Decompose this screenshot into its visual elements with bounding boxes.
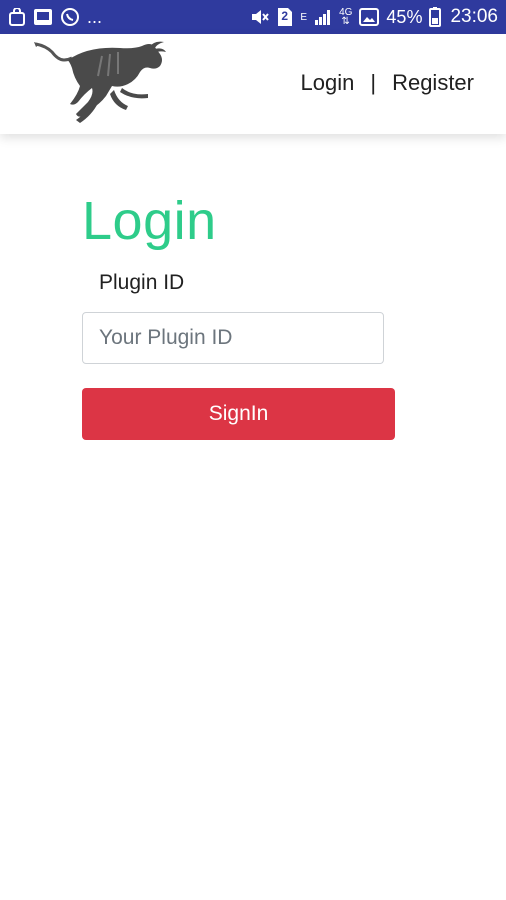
- more-notifications-indicator: ...: [87, 6, 103, 27]
- status-right: 2 E 4G ⇅ 45% 23:06: [250, 6, 498, 28]
- header-nav: Login | Register: [301, 70, 474, 96]
- wildebeest-logo-icon[interactable]: [32, 38, 172, 134]
- signin-button[interactable]: SignIn: [82, 388, 395, 440]
- image-icon: [33, 8, 53, 26]
- bag-icon: [8, 8, 26, 26]
- sim-badge: 2: [281, 9, 289, 23]
- nav-login-link[interactable]: Login: [301, 70, 355, 96]
- app-header: Login | Register: [0, 34, 506, 134]
- plugin-id-input[interactable]: [82, 312, 384, 364]
- mute-icon: [250, 8, 270, 26]
- nav-separator: |: [370, 70, 377, 95]
- plugin-id-label: Plugin ID: [99, 271, 185, 294]
- whatsapp-icon: [60, 7, 80, 27]
- nav-register-link[interactable]: Register: [392, 70, 474, 96]
- sim-icon: 2: [277, 7, 293, 27]
- status-bar: ... 2 E 4G ⇅ 45% 23:06: [0, 0, 506, 34]
- gallery-icon: [359, 8, 380, 26]
- data-arrows-icon: 4G ⇅: [339, 8, 352, 27]
- status-left: ...: [8, 7, 102, 28]
- clock: 23:06: [450, 6, 498, 27]
- signal-icon: [314, 8, 332, 26]
- battery-icon: [429, 7, 442, 27]
- network-type: E: [300, 11, 308, 23]
- page-title: Login: [82, 191, 217, 251]
- battery-percent: 45%: [386, 6, 423, 27]
- data-arrows: ⇅: [341, 16, 350, 27]
